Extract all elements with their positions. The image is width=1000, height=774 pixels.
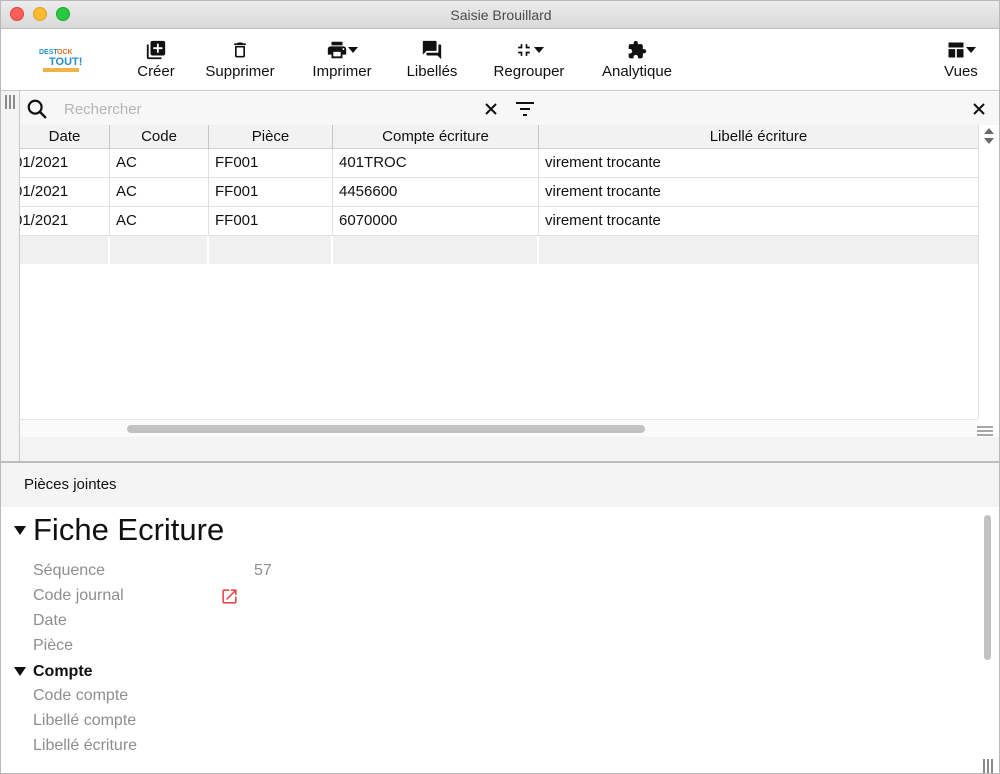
filter-icon[interactable] [516, 102, 534, 116]
toolbar: DEST OCK TOUT! Créer Supprimer Imprimer [1, 29, 999, 91]
close-icon[interactable] [973, 103, 985, 115]
horizontal-scroll-thumb[interactable] [127, 425, 645, 433]
field-label-piece: Pièce [33, 637, 74, 654]
create-button[interactable]: Créer [131, 37, 181, 87]
field-label-libelle-ecriture: Libellé écriture [33, 737, 138, 754]
chat-bubbles-icon [422, 40, 442, 60]
table-vertical-scrollbar[interactable] [978, 125, 999, 419]
collapse-triangle-icon[interactable] [14, 526, 26, 535]
window-title: Saisie Brouillard [450, 7, 552, 23]
printer-icon [327, 41, 347, 59]
table-row[interactable]: 01/2021 AC FF001 401TROC virement trocan… [20, 149, 978, 178]
clear-search-icon[interactable] [485, 103, 497, 115]
field-label-code-compte: Code compte [33, 687, 129, 704]
fiche-scroll-thumb[interactable] [984, 515, 991, 660]
group-button[interactable]: Regrouper [487, 37, 571, 87]
chevron-down-icon [348, 47, 358, 53]
table-header: Date Code Pièce Compte écriture Libellé … [20, 125, 978, 149]
chevron-down-icon [534, 47, 544, 53]
grip-icon [983, 759, 993, 773]
labels-button[interactable]: Libellés [401, 37, 463, 87]
puzzle-icon [628, 40, 647, 59]
table-footer [20, 426, 999, 461]
search-input[interactable] [56, 96, 526, 122]
column-header-date[interactable]: Date [20, 125, 110, 149]
field-label-code-journal: Code journal [33, 587, 124, 604]
fiche-panel: Fiche Ecriture Séquence 57 Code journal … [1, 507, 979, 773]
field-value-sequence: 57 [254, 562, 272, 579]
search-icon [27, 99, 47, 119]
column-header-code[interactable]: Code [110, 125, 209, 149]
fiche-title: Fiche Ecriture [33, 512, 225, 547]
attachments-bar: Pièces jointes [1, 463, 999, 507]
column-header-piece[interactable]: Pièce [209, 125, 333, 149]
tab-attachments[interactable]: Pièces jointes [24, 476, 117, 493]
chevron-down-icon [966, 47, 976, 53]
field-label-libelle-compte: Libellé compte [33, 712, 137, 729]
table-new-row[interactable] [20, 236, 978, 264]
section-title-compte: Compte [33, 663, 93, 680]
left-panel-handle[interactable] [1, 91, 20, 461]
menu-lines-icon[interactable] [977, 425, 993, 437]
trash-icon [234, 42, 246, 58]
svg-text:OCK: OCK [57, 49, 73, 56]
app-window: Saisie Brouillard DEST OCK TOUT! Créer S… [0, 0, 1000, 774]
sort-arrows-icon[interactable] [984, 128, 994, 144]
column-header-compte-ecriture[interactable]: Compte écriture [333, 125, 539, 149]
search-bar [20, 92, 999, 125]
add-box-icon [146, 40, 166, 60]
external-link-icon[interactable] [220, 587, 239, 606]
app-logo: DEST OCK TOUT! [37, 45, 83, 75]
fiche-vertical-scrollbar[interactable] [979, 507, 999, 773]
table-row[interactable]: 01/2021 AC FF001 6070000 virement trocan… [20, 207, 978, 236]
svg-text:TOUT!: TOUT! [49, 56, 82, 68]
collapse-triangle-icon[interactable] [14, 667, 26, 676]
title-bar: Saisie Brouillard [1, 1, 999, 29]
table-row[interactable]: 01/2021 AC FF001 4456600 virement trocan… [20, 178, 978, 207]
collapse-arrows-icon [518, 44, 530, 56]
print-button[interactable]: Imprimer [305, 37, 379, 87]
field-label-sequence: Séquence [33, 562, 106, 579]
views-button[interactable]: Vues [937, 37, 985, 87]
layout-icon [948, 42, 964, 58]
field-label-date: Date [33, 612, 67, 629]
delete-button[interactable]: Supprimer [199, 37, 281, 87]
column-header-libelle-ecriture[interactable]: Libellé écriture [539, 125, 978, 149]
analytics-button[interactable]: Analytique [595, 37, 679, 87]
grip-icon [5, 95, 15, 109]
svg-text:DEST: DEST [39, 49, 58, 56]
horizontal-scrollbar[interactable] [20, 419, 978, 437]
